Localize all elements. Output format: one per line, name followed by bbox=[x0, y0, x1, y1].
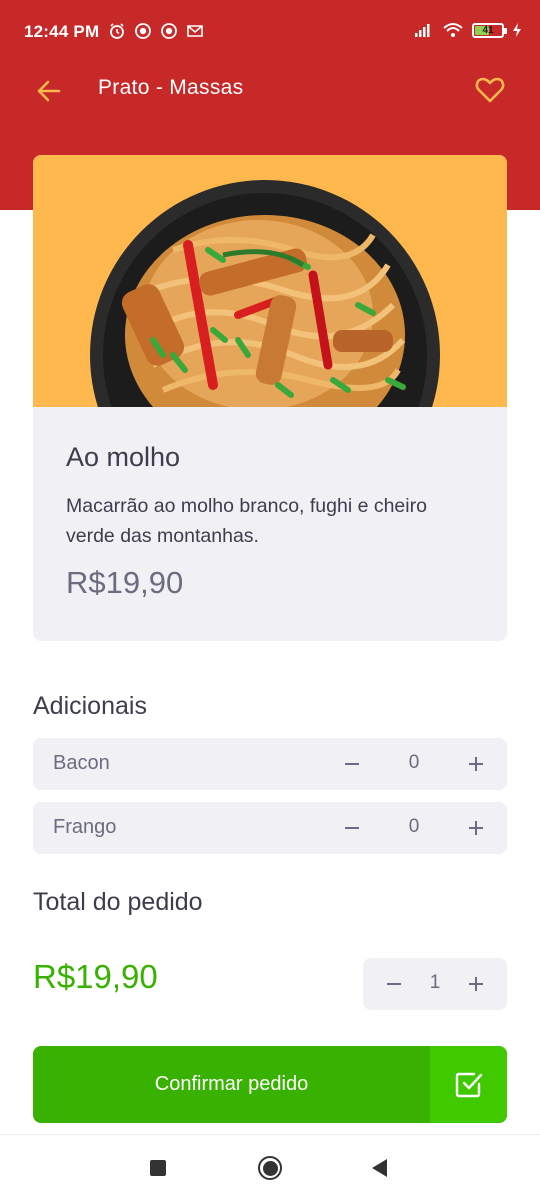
extra-item-label: Frango bbox=[53, 816, 117, 838]
product-card: Ao molho Macarrão ao molho branco, fughi… bbox=[33, 155, 507, 641]
gmail-icon bbox=[187, 25, 203, 37]
pasta-dish-image bbox=[33, 155, 507, 407]
product-info: Ao molho Macarrão ao molho branco, fughi… bbox=[33, 407, 507, 641]
system-back-button[interactable] bbox=[372, 1159, 387, 1177]
minus-icon bbox=[345, 827, 359, 829]
alarm-icon bbox=[110, 23, 124, 39]
home-button[interactable] bbox=[258, 1156, 282, 1180]
system-nav-bar bbox=[0, 1134, 540, 1200]
status-bar: 12:44 PM 41 bbox=[0, 0, 540, 64]
vpn-icon bbox=[161, 23, 177, 39]
total-title: Total do pedido bbox=[33, 888, 203, 916]
app-header: Prato - Massas bbox=[0, 64, 540, 114]
favorite-button[interactable] bbox=[474, 74, 506, 106]
battery-level: 41 bbox=[482, 24, 494, 36]
extra-item-quantity: 0 bbox=[408, 752, 420, 773]
order-quantity-stepper: 1 bbox=[363, 958, 507, 1010]
page-title: Prato - Massas bbox=[98, 76, 244, 99]
confirm-order-button[interactable]: Confirmar pedido bbox=[33, 1046, 507, 1123]
extra-item-frango: Frango 0 bbox=[33, 802, 507, 854]
decrease-frango-button[interactable] bbox=[337, 813, 367, 843]
plus-icon bbox=[469, 757, 483, 771]
product-name: Ao molho bbox=[66, 442, 181, 472]
heart-icon bbox=[475, 77, 505, 103]
increase-order-button[interactable] bbox=[461, 969, 491, 999]
status-icons-left bbox=[108, 22, 204, 40]
minus-icon bbox=[345, 763, 359, 765]
signal-icon bbox=[415, 24, 430, 37]
order-quantity: 1 bbox=[429, 972, 441, 993]
battery-icon: 41 bbox=[472, 22, 507, 38]
arrow-left-icon bbox=[37, 80, 61, 102]
extra-item-bacon: Bacon 0 bbox=[33, 738, 507, 790]
increase-bacon-button[interactable] bbox=[461, 749, 491, 779]
confirm-order-label: Confirmar pedido bbox=[154, 1073, 309, 1095]
decrease-order-button[interactable] bbox=[379, 969, 409, 999]
confirm-icon-box bbox=[430, 1046, 507, 1123]
status-time: 12:44 PM bbox=[24, 22, 100, 41]
vpn-icon bbox=[135, 23, 151, 39]
plus-icon bbox=[469, 821, 483, 835]
check-square-icon bbox=[455, 1072, 482, 1097]
decrease-bacon-button[interactable] bbox=[337, 749, 367, 779]
wifi-icon bbox=[443, 23, 463, 37]
product-description: Macarrão ao molho branco, fughi e cheiro… bbox=[66, 495, 427, 547]
back-button[interactable] bbox=[34, 76, 64, 106]
extra-item-label: Bacon bbox=[53, 752, 110, 774]
increase-frango-button[interactable] bbox=[461, 813, 491, 843]
extra-item-quantity: 0 bbox=[408, 816, 420, 837]
home-icon bbox=[262, 1160, 278, 1176]
plus-icon bbox=[469, 977, 483, 991]
minus-icon bbox=[387, 983, 401, 985]
total-price: R$19,90 bbox=[33, 958, 158, 995]
product-price: R$19,90 bbox=[66, 565, 184, 600]
recent-apps-button[interactable] bbox=[150, 1160, 166, 1176]
charging-icon bbox=[513, 23, 521, 37]
extras-title: Adicionais bbox=[33, 692, 147, 720]
status-icons-right: 41 bbox=[414, 22, 522, 38]
